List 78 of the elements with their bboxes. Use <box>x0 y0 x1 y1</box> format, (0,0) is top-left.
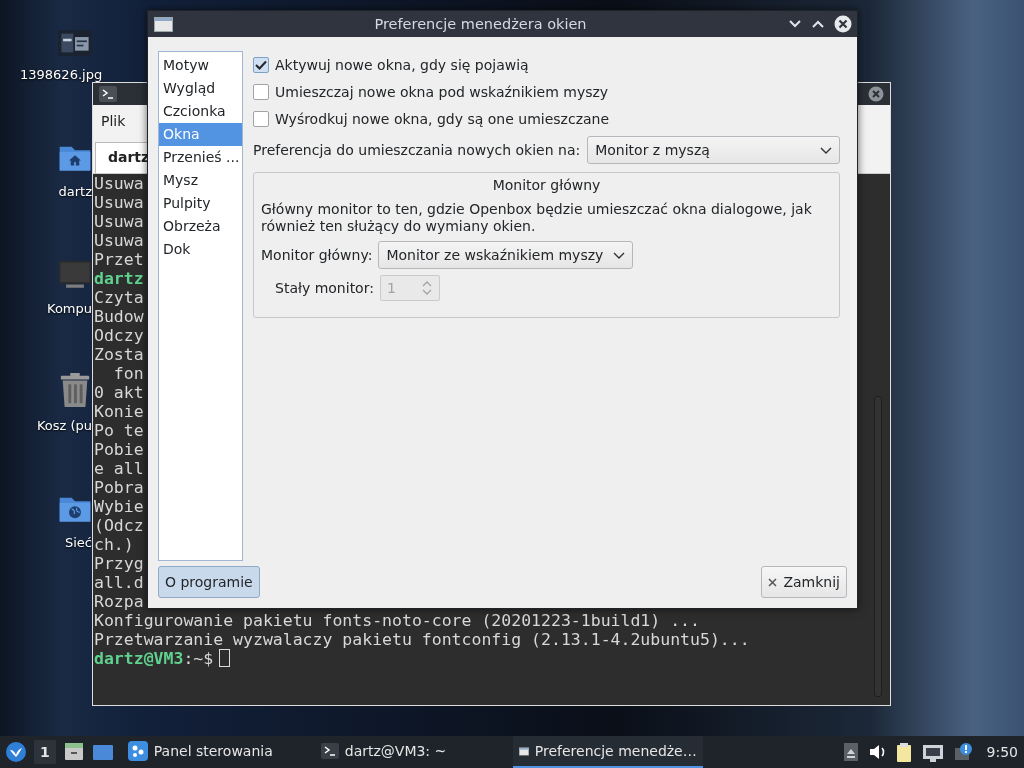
terminal-line: Konfigurowanie pakietu fonts-noto-core (20201223-1build1) ... <box>94 611 700 630</box>
group-description: Główny monitor to ten, gdzie Openbox będzie umieszczać okna dialogowe, jak również ten służący do wymiany okien. <box>261 201 813 235</box>
terminal-line: (Odcz <box>94 516 144 535</box>
terminal-line: Czyta <box>94 288 144 307</box>
terminal-line: 0 akt <box>94 383 144 402</box>
prompt-path: :~$ <box>183 649 214 668</box>
desktop-icon-label[interactable]: Sieć <box>65 535 92 550</box>
category-item[interactable]: Obrzeża <box>159 215 242 238</box>
desktop-icon[interactable] <box>91 742 114 762</box>
terminal-line: Usuwa <box>94 212 144 231</box>
terminal-line: Zosta <box>94 345 144 364</box>
taskbar-button[interactable]: Panel sterowania <box>121 736 307 768</box>
checkbox[interactable] <box>253 110 269 127</box>
terminal-icon <box>320 743 339 759</box>
notification-icon[interactable] <box>953 742 973 762</box>
category-item[interactable]: Wygląd <box>159 77 242 100</box>
terminal-line: Konie <box>94 402 144 421</box>
checkbox[interactable] <box>253 56 269 73</box>
taskbar-button[interactable]: dartz@VM3: ~ <box>314 736 505 768</box>
chevron-down-icon <box>613 250 626 260</box>
terminal-line: e all <box>94 459 144 478</box>
terminal-line: Przyg <box>94 554 144 573</box>
terminal-line: all.d <box>94 573 144 592</box>
terminal-line: Odczy <box>94 326 144 345</box>
desktop-icon-label[interactable]: dartz <box>58 184 92 199</box>
close-icon[interactable] <box>868 86 884 102</box>
close-icon[interactable] <box>834 15 852 33</box>
desktop-icon-label[interactable]: Kosz (pu <box>36 418 92 433</box>
terminal-line: Usuwa <box>94 174 144 193</box>
prompt-user: dartz <box>94 269 144 288</box>
eject-icon[interactable] <box>843 743 858 761</box>
clock[interactable]: 9:50 <box>986 744 1018 760</box>
trash-icon <box>58 371 92 409</box>
field-label: Preferencja do umieszczania nowych okien na: <box>253 142 581 158</box>
network-icon[interactable] <box>921 742 944 762</box>
workspace-switcher[interactable]: 1 <box>34 740 56 764</box>
menu-item[interactable]: Plik <box>101 113 126 129</box>
start-menu-icon[interactable] <box>6 742 26 762</box>
category-item[interactable]: Motyw <box>159 54 242 77</box>
window-icon <box>154 16 173 32</box>
prompt-user: dartz@VM3 <box>94 649 184 668</box>
terminal-line: fon <box>112 364 144 383</box>
terminal-line: Przetwarzanie wyzwalaczy pakietu fontconfig (2.13.1-4.2ubuntu5)... <box>94 630 750 649</box>
terminal-line: Pobra <box>94 478 144 497</box>
terminal-line: ch.) <box>94 535 134 554</box>
terminal-line: Usuwa <box>94 231 144 250</box>
checkbox-label: Wyśrodkuj nowe okna, gdy są one umieszczane <box>275 110 610 127</box>
close-button[interactable]: Zamknij <box>761 566 847 598</box>
terminal-line: Pobie <box>94 440 144 459</box>
terminal-line: Budow <box>94 307 144 326</box>
close-icon <box>768 577 778 587</box>
control-panel-icon <box>127 741 148 761</box>
terminal-line: Rozpa <box>94 592 144 611</box>
taskbar-button[interactable]: Preferencje menedże… <box>512 736 703 768</box>
about-button[interactable]: O programie <box>158 566 260 598</box>
terminal-icon <box>99 86 117 102</box>
checkbox-label: Umieszczaj nowe okna pod wskaźnikiem myszy <box>275 83 609 100</box>
checkbox-label: Aktywuj nowe okna, gdy się pojawią <box>275 56 529 73</box>
category-item[interactable]: Dok <box>159 238 242 261</box>
dropdown[interactable]: Monitor ze wskaźnikiem myszy <box>378 241 634 269</box>
file-cabinet-icon[interactable] <box>63 742 84 762</box>
terminal-line: Usuwa <box>94 193 144 212</box>
terminal-line: Wybie <box>94 497 144 516</box>
terminal-line: Po te <box>94 421 144 440</box>
chevron-down-icon <box>820 145 832 155</box>
category-item[interactable]: Czcionka <box>159 100 242 123</box>
terminal-line: Przet <box>94 250 144 269</box>
group-title: Monitor główny <box>491 177 602 193</box>
dropdown[interactable]: Monitor z myszą <box>587 136 840 164</box>
volume-icon[interactable] <box>867 742 886 762</box>
window-title: Preferencje menedżera okien <box>373 16 588 32</box>
field-label: Stały monitor: <box>275 280 374 296</box>
clipboard-icon[interactable] <box>895 742 912 762</box>
checkbox[interactable] <box>253 83 269 100</box>
field-label: Monitor główny: <box>261 247 373 263</box>
category-item[interactable]: Pulpity <box>159 192 242 215</box>
desktop-icon-label[interactable]: 1398626.jpg <box>20 67 103 82</box>
desktop-icon-label[interactable]: Kompu <box>47 301 92 316</box>
